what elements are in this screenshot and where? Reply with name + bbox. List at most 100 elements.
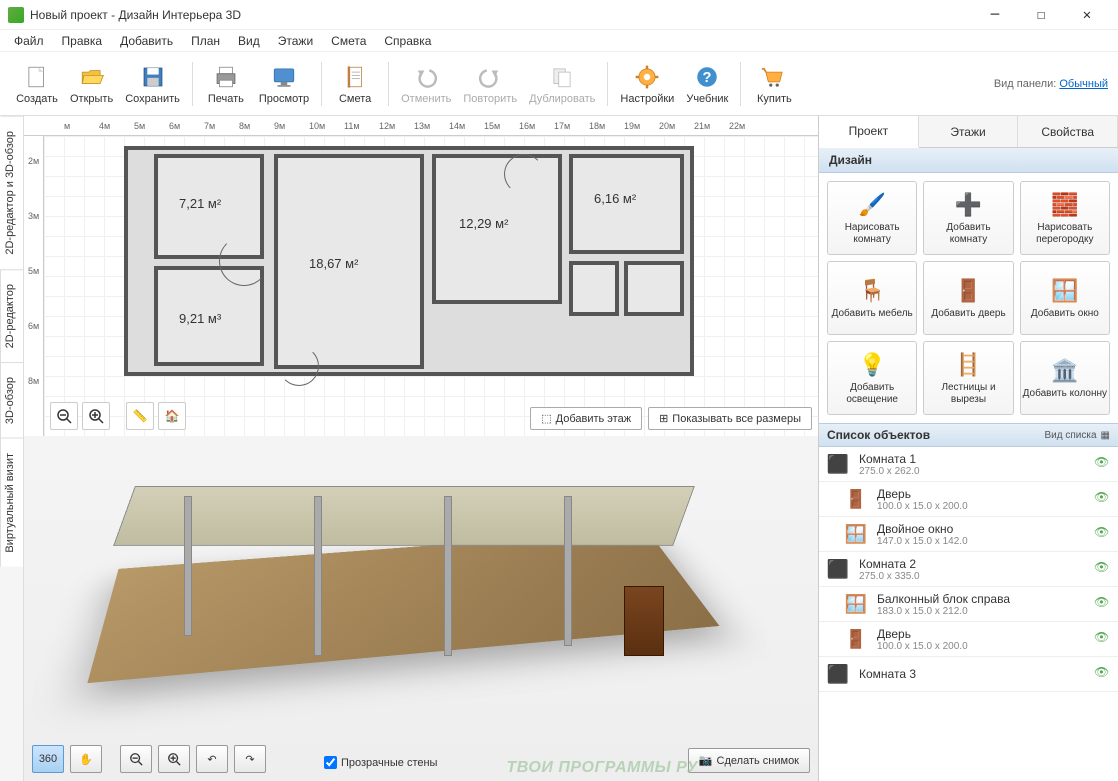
toolbar-help-button[interactable]: ?Учебник [680,56,734,112]
help-icon: ? [693,63,721,91]
watermark: ТВОИ ПРОГРАММЫ РУ [507,759,699,777]
transparent-walls-checkbox[interactable]: Прозрачные стены [324,756,437,769]
menu-Правка[interactable]: Правка [54,32,111,50]
rotate-360-button[interactable]: 360 [32,745,64,773]
app-icon [8,7,24,23]
toolbar-preview-button[interactable]: Просмотр [253,56,315,112]
objectlist-header: Список объектов Вид списка ▦ [819,423,1118,447]
viewmode-toggle[interactable]: Вид списка ▦ [1045,430,1110,441]
object-row[interactable]: ⬛Комната 1275.0 x 262.0👁 [819,447,1118,482]
camera-icon: 📷 [699,754,713,767]
room-label: 6,16 м² [594,191,636,206]
svg-text:?: ? [703,69,712,85]
zoom-in-3d-button[interactable] [158,745,190,773]
design-grid: 🖌️Нарисовать комнату➕Добавить комнату🧱На… [819,173,1118,423]
workarea: м4м5м6м7м8м9м10м11м12м13м14м15м16м17м18м… [24,116,818,781]
sidebar: ПроектЭтажиСвойства Дизайн 🖌️Нарисовать … [818,116,1118,781]
visibility-toggle[interactable]: 👁 [1094,595,1112,613]
minimize-button[interactable]: ─ [972,0,1018,30]
design-button-4[interactable]: 🚪Добавить дверь [923,261,1013,335]
design-button-8[interactable]: 🏛️Добавить колонну [1020,341,1110,415]
object-row[interactable]: 🪟Двойное окно147.0 x 15.0 x 142.0👁 [819,517,1118,552]
toolbar-create-button[interactable]: Создать [10,56,64,112]
show-dimensions-button[interactable]: ⊞Показывать все размеры [648,407,812,430]
design-button-6[interactable]: 💡Добавить освещение [827,341,917,415]
controls-2d: 📏 🏠 [50,402,186,430]
visibility-toggle[interactable]: 👁 [1094,525,1112,543]
open-icon [78,63,106,91]
zoom-out-3d-button[interactable] [120,745,152,773]
vtab-1[interactable]: 2D-редактор [0,269,23,362]
settings-icon [633,63,661,91]
design-header: Дизайн [819,148,1118,173]
object-row[interactable]: 🪟Балконный блок справа183.0 x 15.0 x 212… [819,587,1118,622]
menu-План[interactable]: План [183,32,228,50]
menu-Добавить[interactable]: Добавить [112,32,181,50]
toolbar-undo-button: Отменить [395,56,457,112]
duplicate-icon [548,63,576,91]
rotate-left-button[interactable]: ↶ [196,745,228,773]
snapshot-button[interactable]: 📷Сделать снимок [688,748,810,773]
visibility-toggle[interactable]: 👁 [1094,665,1112,683]
preview-icon [270,63,298,91]
canvas-2d[interactable]: 7,21 м² 18,67 м² 12,29 м² 6,16 м² 9,21 м… [44,136,818,436]
sidebar-tab-Этажи[interactable]: Этажи [919,116,1019,147]
design-button-7[interactable]: 🪜Лестницы и вырезы [923,341,1013,415]
toolbar-estimate-button[interactable]: Смета [328,56,382,112]
object-row[interactable]: ⬛Комната 2275.0 x 335.0👁 [819,552,1118,587]
object-list: ⬛Комната 1275.0 x 262.0👁🚪Дверь100.0 x 15… [819,447,1118,781]
design-button-1[interactable]: ➕Добавить комнату [923,181,1013,255]
vtab-3[interactable]: Виртуальный визит [0,438,23,567]
menu-Вид[interactable]: Вид [230,32,268,50]
window-icon: 🪟 [843,591,869,617]
object-row[interactable]: 🚪Дверь100.0 x 15.0 x 200.0👁 [819,482,1118,517]
visibility-toggle[interactable]: 👁 [1094,630,1112,648]
menu-Смета[interactable]: Смета [323,32,374,50]
toolbar-open-button[interactable]: Открыть [64,56,119,112]
view-2d[interactable]: 2м3м5м6м8м 7,21 м² 18,67 м² 12,29 м² 6,1… [24,136,818,436]
visibility-toggle[interactable]: 👁 [1094,455,1112,473]
object-row[interactable]: 🚪Дверь100.0 x 15.0 x 200.0👁 [819,622,1118,657]
menubar: ФайлПравкаДобавитьПланВидЭтажиСметаСправ… [0,30,1118,52]
estimate-icon [341,63,369,91]
zoom-out-button[interactable] [50,402,78,430]
window-title: Новый проект - Дизайн Интерьера 3D [30,8,972,22]
redo-icon [476,63,504,91]
pan-button[interactable]: ✋ [70,745,102,773]
layers-icon: ⬚ [541,412,551,425]
rotate-right-button[interactable]: ↷ [234,745,266,773]
menu-Файл[interactable]: Файл [6,32,52,50]
design-button-5[interactable]: 🪟Добавить окно [1020,261,1110,335]
room-label: 18,67 м² [309,256,358,271]
menu-Справка[interactable]: Справка [376,32,439,50]
sidebar-tab-Проект[interactable]: Проект [819,116,919,148]
design-button-3[interactable]: 🪑Добавить мебель [827,261,917,335]
design-button-0[interactable]: 🖌️Нарисовать комнату [827,181,917,255]
toolbar-print-button[interactable]: Печать [199,56,253,112]
toolbar-save-button[interactable]: Сохранить [119,56,186,112]
ruler-horizontal: м4м5м6м7м8м9м10м11м12м13м14м15м16м17м18м… [24,116,818,136]
ruler-vertical: 2м3м5м6м8м [24,136,44,436]
toolbar-settings-button[interactable]: Настройки [614,56,680,112]
vtab-0[interactable]: 2D-редактор и 3D-обзор [0,116,23,269]
toolbar-buy-button[interactable]: Купить [747,56,801,112]
room-label: 12,29 м² [459,216,508,231]
view-3d[interactable]: 360 ✋ ↶ ↷ Прозрачные стены 📷Сделать сним… [24,436,818,781]
design-button-2[interactable]: 🧱Нарисовать перегородку [1020,181,1110,255]
add-floor-button[interactable]: ⬚Добавить этаж [530,407,642,430]
sidebar-tab-Свойства[interactable]: Свойства [1018,116,1118,147]
home-button[interactable]: 🏠 [158,402,186,430]
object-row[interactable]: ⬛Комната 3👁 [819,657,1118,692]
zoom-in-button[interactable] [82,402,110,430]
visibility-toggle[interactable]: 👁 [1094,490,1112,508]
close-button[interactable]: ✕ [1064,0,1110,30]
menu-Этажи[interactable]: Этажи [270,32,321,50]
vtab-2[interactable]: 3D-обзор [0,362,23,438]
panel-mode-link[interactable]: Обычный [1059,78,1108,90]
visibility-toggle[interactable]: 👁 [1094,560,1112,578]
room-icon: ⬛ [825,556,851,582]
ruler-button[interactable]: 📏 [126,402,154,430]
toolbar-redo-button: Повторить [457,56,523,112]
maximize-button[interactable]: ☐ [1018,0,1064,30]
print-icon [212,63,240,91]
